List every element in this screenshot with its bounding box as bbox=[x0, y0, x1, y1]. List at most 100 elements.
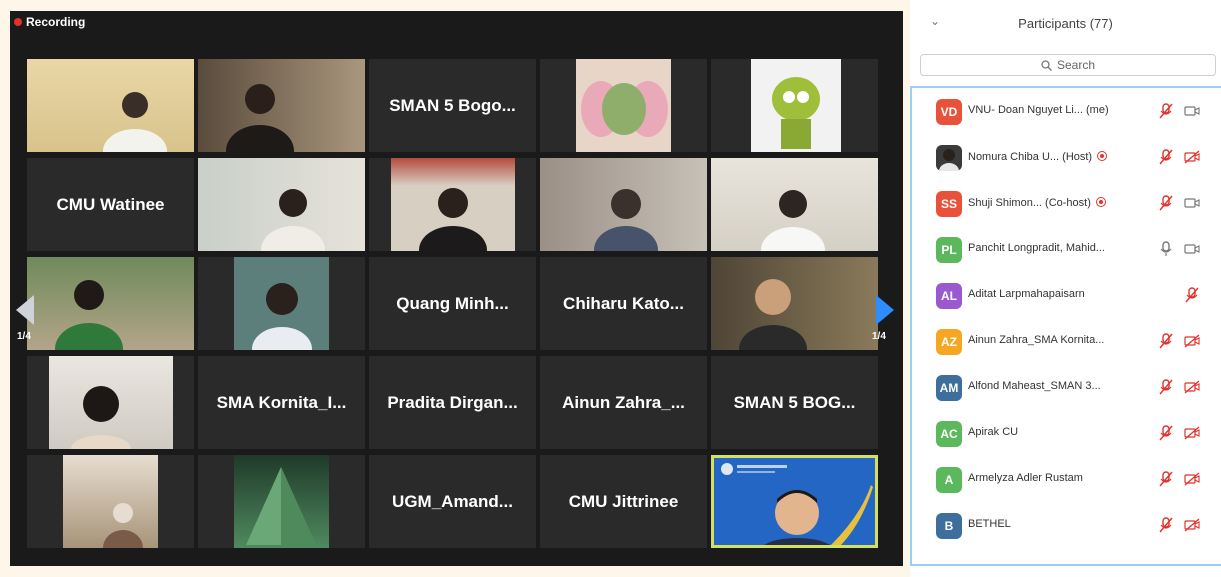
video-tile[interactable] bbox=[27, 257, 194, 350]
avatar: SS bbox=[936, 191, 962, 217]
camera-off-icon[interactable] bbox=[1184, 240, 1200, 258]
camera-off-icon[interactable] bbox=[1184, 378, 1200, 396]
recording-dot-icon bbox=[14, 18, 22, 26]
video-tile[interactable]: SMAN 5 Bogo... bbox=[369, 59, 536, 152]
camera-off-icon[interactable] bbox=[1184, 148, 1200, 166]
video-tile[interactable]: Chiharu Kato... bbox=[540, 257, 707, 350]
participant-video bbox=[27, 257, 194, 350]
participant-video bbox=[576, 59, 671, 152]
participant-row[interactable]: A Armelyza Adler Rustam bbox=[912, 462, 1221, 498]
mic-muted-icon[interactable] bbox=[1158, 516, 1174, 534]
camera-off-icon[interactable] bbox=[1184, 102, 1200, 120]
mic-muted-icon[interactable] bbox=[1158, 102, 1174, 120]
mic-muted-icon[interactable] bbox=[1158, 148, 1174, 166]
video-tile[interactable] bbox=[198, 455, 365, 548]
participant-video bbox=[711, 257, 878, 350]
video-tile[interactable] bbox=[198, 257, 365, 350]
participant-row[interactable]: AZ Ainun Zahra_SMA Kornita... bbox=[912, 324, 1221, 360]
page-indicator-right: 1/4 bbox=[872, 331, 886, 342]
participant-row[interactable]: AC Apirak CU bbox=[912, 416, 1221, 452]
video-tile[interactable] bbox=[540, 158, 707, 251]
participant-row[interactable]: PL Panchit Longpradit, Mahid... bbox=[912, 232, 1221, 268]
video-tile[interactable]: SMA Kornita_I... bbox=[198, 356, 365, 449]
video-tile[interactable] bbox=[198, 59, 365, 152]
person-silhouette bbox=[739, 279, 807, 350]
participant-name: Pradita Dirgan... bbox=[387, 392, 518, 412]
participant-label: BETHEL bbox=[968, 518, 1011, 530]
participant-label: Panchit Longpradit, Mahid... bbox=[968, 242, 1105, 254]
participant-row[interactable]: Nomura Chiba U... (Host) bbox=[912, 140, 1221, 176]
video-tile[interactable] bbox=[27, 455, 194, 548]
mic-muted-icon[interactable] bbox=[1158, 194, 1174, 212]
participant-label: VNU- Doan Nguyet Li... (me) bbox=[968, 104, 1109, 116]
participant-name: SMAN 5 Bogo... bbox=[389, 95, 516, 115]
video-tile[interactable]: Quang Minh... bbox=[369, 257, 536, 350]
avatar-photo bbox=[939, 149, 959, 171]
participant-row[interactable]: SS Shuji Shimon... (Co-host) bbox=[912, 186, 1221, 222]
video-tile[interactable] bbox=[27, 59, 194, 152]
video-tile[interactable] bbox=[711, 257, 878, 350]
video-tile[interactable] bbox=[711, 59, 878, 152]
mic-muted-icon[interactable] bbox=[1158, 470, 1174, 488]
participant-row[interactable]: AM Alfond Maheast_SMAN 3... bbox=[912, 370, 1221, 406]
mic-icon[interactable] bbox=[1158, 240, 1174, 258]
participant-label: Apirak CU bbox=[968, 426, 1019, 438]
participants-panel: ⌄ Participants (77) Search VD VNU- Doan … bbox=[910, 0, 1221, 577]
pyramid-image bbox=[246, 467, 316, 545]
participant-video bbox=[63, 455, 158, 548]
avatar: AC bbox=[936, 421, 962, 447]
video-tile[interactable]: CMU Watinee bbox=[27, 158, 194, 251]
search-input[interactable]: Search bbox=[920, 54, 1216, 76]
participant-name: Ainun Zahra_... bbox=[562, 392, 685, 412]
recording-label: Recording bbox=[26, 15, 86, 29]
camera-off-icon[interactable] bbox=[1184, 424, 1200, 442]
video-tile[interactable]: Ainun Zahra_... bbox=[540, 356, 707, 449]
video-tile[interactable]: SMAN 5 BOG... bbox=[711, 356, 878, 449]
video-tile[interactable] bbox=[198, 158, 365, 251]
mic-muted-icon[interactable] bbox=[1158, 424, 1174, 442]
participant-label: Alfond Maheast_SMAN 3... bbox=[968, 380, 1101, 392]
avatar bbox=[936, 145, 962, 171]
mic-muted-icon[interactable] bbox=[1158, 332, 1174, 350]
participant-label: Ainun Zahra_SMA Kornita... bbox=[968, 334, 1105, 346]
participant-row[interactable]: AL Aditat Larpmahapaisarn bbox=[912, 278, 1221, 314]
previous-page-icon[interactable] bbox=[16, 295, 34, 325]
person-silhouette bbox=[103, 92, 167, 152]
participant-video bbox=[391, 158, 515, 251]
avatar: AM bbox=[936, 375, 962, 401]
participant-row[interactable]: VD VNU- Doan Nguyet Li... (me) bbox=[912, 94, 1221, 130]
mic-muted-icon[interactable] bbox=[1158, 378, 1174, 396]
avatar: VD bbox=[936, 99, 962, 125]
video-tile[interactable] bbox=[369, 158, 536, 251]
participant-name: UGM_Amand... bbox=[392, 491, 513, 511]
person-silhouette bbox=[761, 190, 825, 251]
participant-video bbox=[751, 59, 841, 152]
virtual-background bbox=[711, 455, 878, 548]
video-tile[interactable] bbox=[27, 356, 194, 449]
video-tile[interactable] bbox=[711, 158, 878, 251]
camera-off-icon[interactable] bbox=[1184, 332, 1200, 350]
avatar: PL bbox=[936, 237, 962, 263]
recording-icon bbox=[1097, 151, 1108, 161]
camera-off-icon[interactable] bbox=[1184, 516, 1200, 534]
video-tile[interactable] bbox=[540, 59, 707, 152]
active-speaker-tile[interactable] bbox=[711, 455, 878, 548]
person-silhouette bbox=[261, 189, 325, 251]
search-placeholder: Search bbox=[1056, 58, 1096, 72]
mic-muted-icon[interactable] bbox=[1184, 286, 1200, 304]
person-silhouette bbox=[55, 280, 123, 350]
camera-off-icon[interactable] bbox=[1184, 470, 1200, 488]
video-tile[interactable]: Pradita Dirgan... bbox=[369, 356, 536, 449]
video-tile[interactable]: UGM_Amand... bbox=[369, 455, 536, 548]
participant-video bbox=[711, 158, 878, 251]
next-page-icon[interactable] bbox=[876, 295, 894, 325]
avatar: A bbox=[936, 467, 962, 493]
camera-off-icon[interactable] bbox=[1184, 194, 1200, 212]
participant-name: SMA Kornita_I... bbox=[216, 392, 347, 412]
video-tile[interactable]: CMU Jittrinee bbox=[540, 455, 707, 548]
participant-list: VD VNU- Doan Nguyet Li... (me) Nomura Ch… bbox=[910, 86, 1221, 566]
avatar: B bbox=[936, 513, 962, 539]
participant-video bbox=[198, 158, 365, 251]
participant-video bbox=[540, 158, 707, 251]
participant-row[interactable]: B BETHEL bbox=[912, 508, 1221, 544]
